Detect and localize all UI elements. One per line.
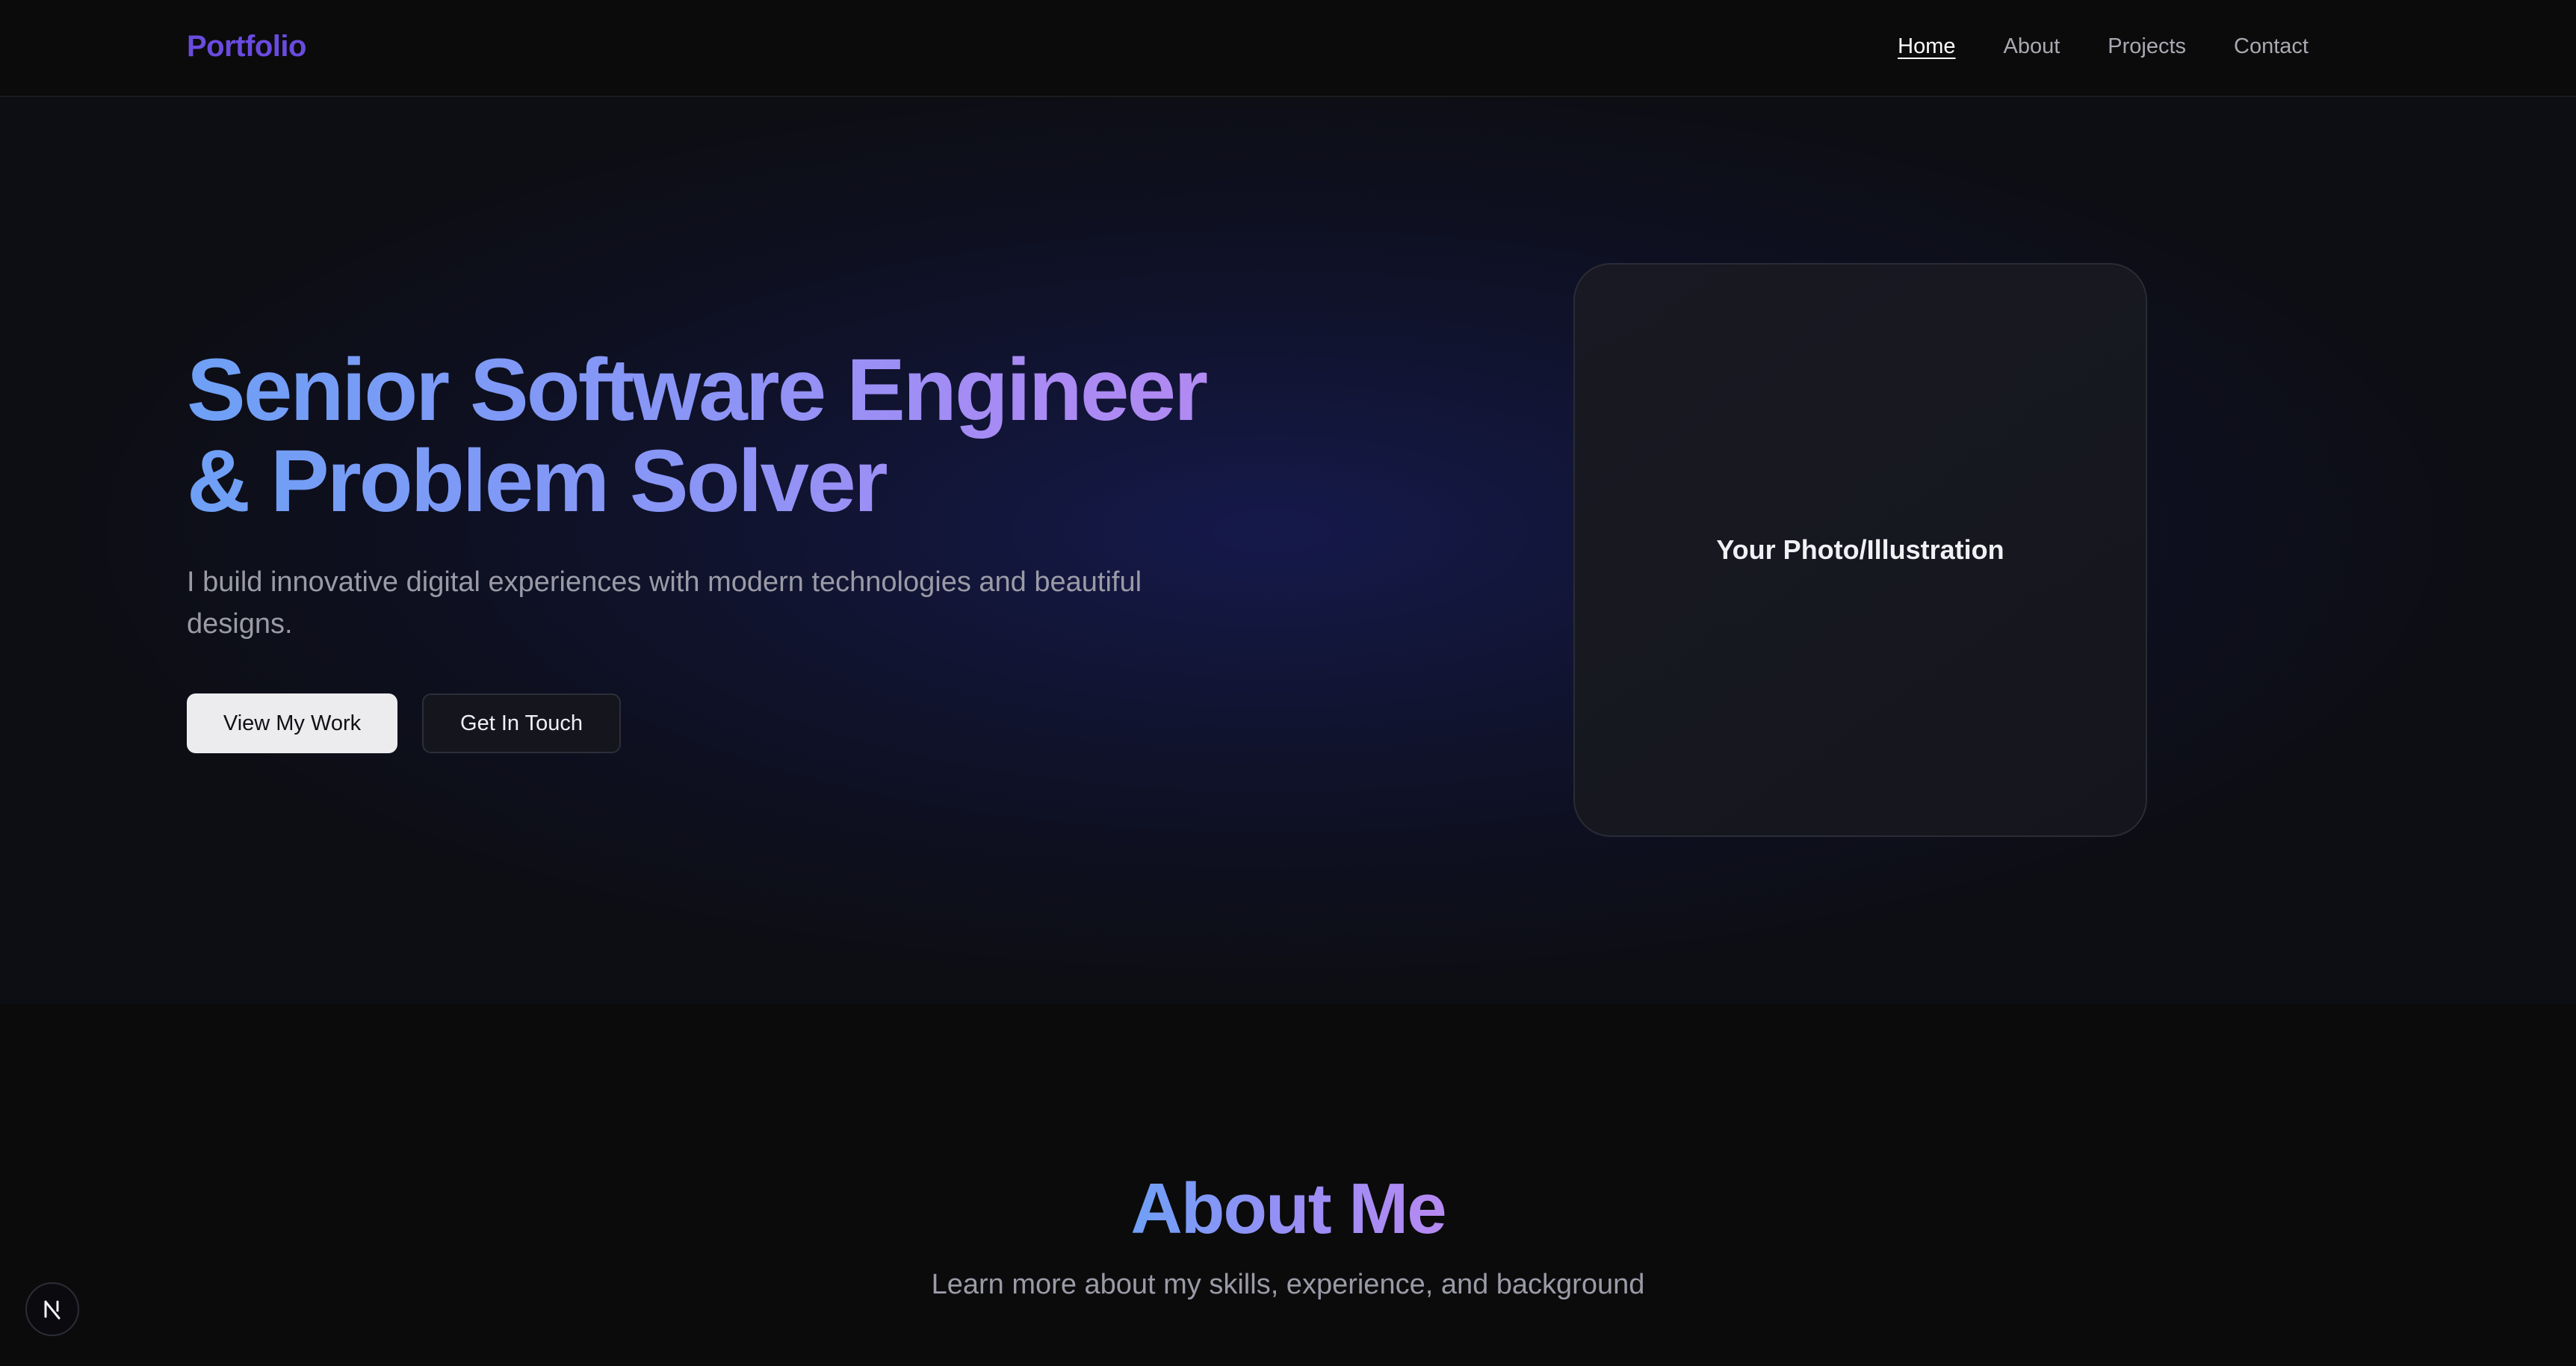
nav-link-about[interactable]: About <box>2003 34 2060 59</box>
hero-title-line1: Senior Software Engineer <box>187 341 1206 439</box>
nextjs-logo-icon[interactable] <box>25 1282 79 1336</box>
hero-section: Senior Software Engineer & Problem Solve… <box>0 98 2576 1004</box>
view-my-work-button[interactable]: View My Work <box>187 693 397 753</box>
about-title: About Me <box>0 1168 2576 1250</box>
hero-subtitle: I build innovative digital experiences w… <box>187 566 1142 640</box>
nav-link-contact[interactable]: Contact <box>2234 34 2309 59</box>
photo-placeholder-label: Your Photo/Illustration <box>1716 534 2004 565</box>
nav-links: Home About Projects Contact <box>1898 34 2309 59</box>
photo-placeholder-card: Your Photo/Illustration <box>1573 263 2147 837</box>
about-title-text: About Me <box>1130 1169 1446 1249</box>
brand-logo[interactable]: Portfolio <box>187 30 306 64</box>
hero-title-line2: & Problem Solver <box>187 432 886 531</box>
about-subtitle: Learn more about my skills, experience, … <box>931 1269 1645 1300</box>
nextjs-n-glyph <box>44 1300 61 1320</box>
get-in-touch-button[interactable]: Get In Touch <box>422 693 621 753</box>
hero-title: Senior Software Engineer & Problem Solve… <box>187 344 1307 527</box>
nav-link-home[interactable]: Home <box>1898 34 1955 59</box>
about-section: About Me Learn more about my skills, exp… <box>0 1004 2576 1366</box>
navbar: Portfolio Home About Projects Contact <box>0 0 2576 97</box>
nav-link-projects[interactable]: Projects <box>2108 34 2186 59</box>
